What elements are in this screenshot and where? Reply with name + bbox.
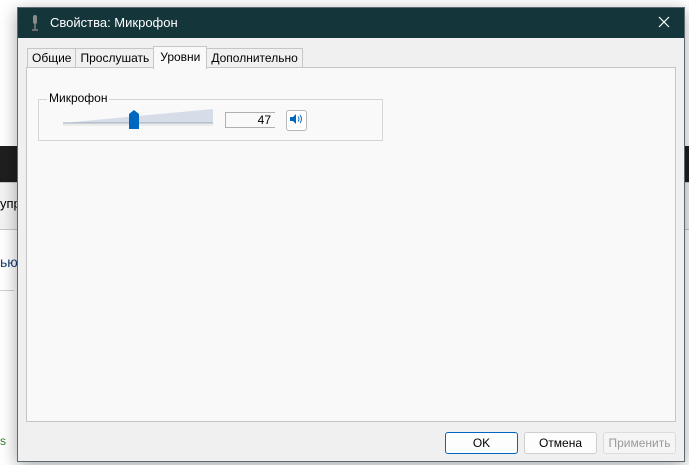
level-value-field[interactable]: 47: [225, 112, 275, 128]
tab-listen[interactable]: Прослушать: [75, 48, 155, 68]
apply-button[interactable]: Применить: [603, 432, 676, 454]
tab-levels[interactable]: Уровни: [153, 46, 208, 69]
tab-general[interactable]: Общие: [27, 48, 77, 68]
dialog-title: Свойства: Микрофон: [50, 15, 178, 30]
dialog-titlebar[interactable]: Свойства: Микрофон: [18, 8, 684, 38]
microphone-properties-dialog: Свойства: Микрофон Общие Прослушать Уров…: [17, 7, 685, 462]
speaker-icon: [289, 113, 304, 128]
microphone-level-group: Микрофон 47: [38, 91, 383, 141]
microphone-group-label: Микрофон: [47, 91, 110, 105]
slider-thumb: [129, 110, 139, 129]
background-green-text: s: [0, 434, 6, 448]
close-icon: [658, 16, 670, 31]
tab-strip: Общие Прослушать Уровни Дополнительно: [27, 46, 303, 69]
levels-tab-panel: Микрофон 47: [26, 67, 676, 422]
tab-advanced[interactable]: Дополнительно: [206, 48, 303, 68]
background-link-text[interactable]: ью: [0, 254, 18, 270]
background-divider: [0, 290, 14, 291]
cancel-button[interactable]: Отмена: [524, 432, 597, 454]
mute-toggle-button[interactable]: [286, 110, 307, 131]
microphone-icon: [30, 15, 40, 31]
close-button[interactable]: [644, 8, 684, 38]
microphone-level-slider[interactable]: [63, 109, 213, 129]
ok-button[interactable]: OK: [445, 432, 518, 454]
